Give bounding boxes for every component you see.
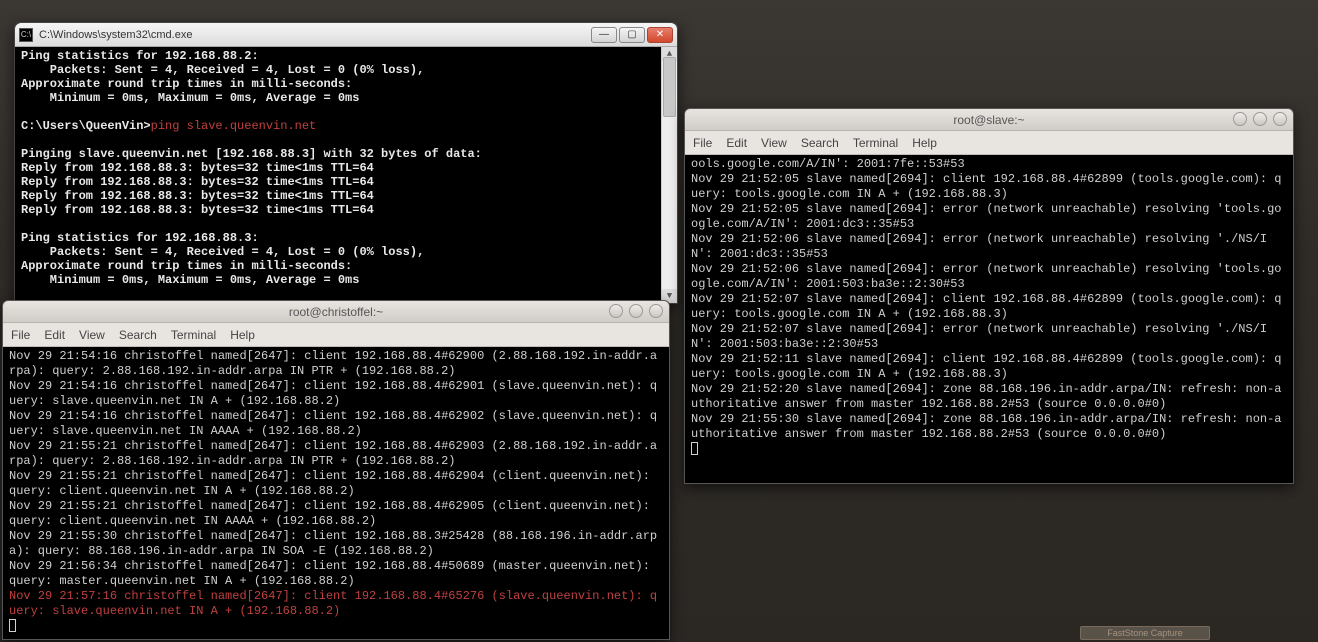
log-line: Nov 29 21:52:11 slave named[2694]: clien… [691, 352, 1282, 381]
log-line-error: Nov 29 21:57:16 christoffel named[2647]:… [9, 589, 657, 618]
close-button[interactable] [649, 304, 663, 318]
log-line: Nov 29 21:52:07 slave named[2694]: clien… [691, 292, 1282, 321]
log-line: Nov 29 21:52:06 slave named[2694]: error… [691, 262, 1282, 291]
log-line: Nov 29 21:52:05 slave named[2694]: clien… [691, 172, 1282, 201]
menubar: File Edit View Search Terminal Help [3, 323, 669, 347]
log-line: Nov 29 21:52:07 slave named[2694]: error… [691, 322, 1267, 351]
menu-edit[interactable]: Edit [44, 328, 65, 342]
menu-view[interactable]: View [79, 328, 105, 342]
window-title: root@slave:~ [953, 113, 1024, 127]
menu-terminal[interactable]: Terminal [853, 136, 898, 150]
output-line: Ping statistics for 192.168.88.2: [21, 49, 259, 63]
log-line: Nov 29 21:55:21 christoffel named[2647]:… [9, 469, 657, 498]
output-line: Minimum = 0ms, Maximum = 0ms, Average = … [21, 91, 359, 105]
maximize-button[interactable] [629, 304, 643, 318]
menu-search[interactable]: Search [119, 328, 157, 342]
log-line: Nov 29 21:54:16 christoffel named[2647]:… [9, 349, 657, 378]
close-button[interactable]: ✕ [647, 27, 673, 43]
window-title: root@christoffel:~ [289, 305, 383, 319]
output-line: Packets: Sent = 4, Received = 4, Lost = … [21, 63, 424, 77]
log-line: Nov 29 21:55:21 christoffel named[2647]:… [9, 499, 657, 528]
window-controls [609, 304, 663, 318]
output-line: Reply from 192.168.88.3: bytes=32 time<1… [21, 175, 374, 189]
log-line: Nov 29 21:55:21 christoffel named[2647]:… [9, 439, 657, 468]
christoffel-output[interactable]: Nov 29 21:54:16 christoffel named[2647]:… [3, 347, 669, 639]
minimize-button[interactable] [1233, 112, 1247, 126]
faststone-capture-widget[interactable]: FastStone Capture [1080, 626, 1210, 640]
christoffel-terminal-window[interactable]: root@christoffel:~ File Edit View Search… [2, 300, 670, 640]
output-line: Reply from 192.168.88.3: bytes=32 time<1… [21, 203, 374, 217]
log-line: ools.google.com/A/IN': 2001:7fe::53#53 [691, 157, 965, 171]
cmd-output[interactable]: Ping statistics for 192.168.88.2: Packet… [15, 47, 677, 303]
output-line: Approximate round trip times in milli-se… [21, 259, 352, 273]
menu-file[interactable]: File [693, 136, 712, 150]
cmd-title: C:\Windows\system32\cmd.exe [39, 29, 591, 41]
log-line: Nov 29 21:55:30 christoffel named[2647]:… [9, 529, 657, 558]
menu-search[interactable]: Search [801, 136, 839, 150]
menu-help[interactable]: Help [912, 136, 937, 150]
output-line: Ping statistics for 192.168.88.3: [21, 231, 259, 245]
slave-terminal-window[interactable]: root@slave:~ File Edit View Search Termi… [684, 108, 1294, 484]
cmd-icon: C:\ [19, 28, 33, 42]
cursor-icon [9, 619, 16, 632]
log-line: Nov 29 21:55:30 slave named[2694]: zone … [691, 412, 1282, 441]
menu-view[interactable]: View [761, 136, 787, 150]
close-button[interactable] [1273, 112, 1287, 126]
maximize-button[interactable]: ▢ [619, 27, 645, 43]
cmd-window[interactable]: C:\ C:\Windows\system32\cmd.exe — ▢ ✕ Pi… [14, 22, 678, 304]
slave-output[interactable]: ools.google.com/A/IN': 2001:7fe::53#53 N… [685, 155, 1293, 483]
christoffel-titlebar[interactable]: root@christoffel:~ [3, 301, 669, 323]
maximize-button[interactable] [1253, 112, 1267, 126]
menubar: File Edit View Search Terminal Help [685, 131, 1293, 155]
log-line: Nov 29 21:54:16 christoffel named[2647]:… [9, 409, 657, 438]
menu-file[interactable]: File [11, 328, 30, 342]
output-line: Minimum = 0ms, Maximum = 0ms, Average = … [21, 273, 359, 287]
minimize-button[interactable]: — [591, 27, 617, 43]
cursor-icon [691, 442, 698, 455]
output-line: Packets: Sent = 4, Received = 4, Lost = … [21, 245, 424, 259]
output-line: Approximate round trip times in milli-se… [21, 77, 352, 91]
log-line: Nov 29 21:52:05 slave named[2694]: error… [691, 202, 1282, 231]
menu-terminal[interactable]: Terminal [171, 328, 216, 342]
log-line: Nov 29 21:52:20 slave named[2694]: zone … [691, 382, 1282, 411]
scroll-thumb[interactable] [663, 57, 676, 117]
cmd-scrollbar[interactable]: ▲ ▼ [661, 47, 677, 303]
log-line: Nov 29 21:56:34 christoffel named[2647]:… [9, 559, 657, 588]
minimize-button[interactable] [609, 304, 623, 318]
cmd-titlebar[interactable]: C:\ C:\Windows\system32\cmd.exe — ▢ ✕ [15, 23, 677, 47]
output-line: Reply from 192.168.88.3: bytes=32 time<1… [21, 189, 374, 203]
output-line: Pinging slave.queenvin.net [192.168.88.3… [21, 147, 482, 161]
window-controls [1233, 112, 1287, 126]
log-line: Nov 29 21:52:06 slave named[2694]: error… [691, 232, 1267, 261]
slave-titlebar[interactable]: root@slave:~ [685, 109, 1293, 131]
typed-command: ping slave.queenvin.net [151, 119, 317, 133]
prompt: C:\Users\QueenVin> [21, 119, 151, 133]
log-line: Nov 29 21:54:16 christoffel named[2647]:… [9, 379, 657, 408]
menu-edit[interactable]: Edit [726, 136, 747, 150]
cmd-window-controls: — ▢ ✕ [591, 27, 673, 43]
output-line: Reply from 192.168.88.3: bytes=32 time<1… [21, 161, 374, 175]
faststone-label: FastStone Capture [1107, 628, 1183, 638]
menu-help[interactable]: Help [230, 328, 255, 342]
